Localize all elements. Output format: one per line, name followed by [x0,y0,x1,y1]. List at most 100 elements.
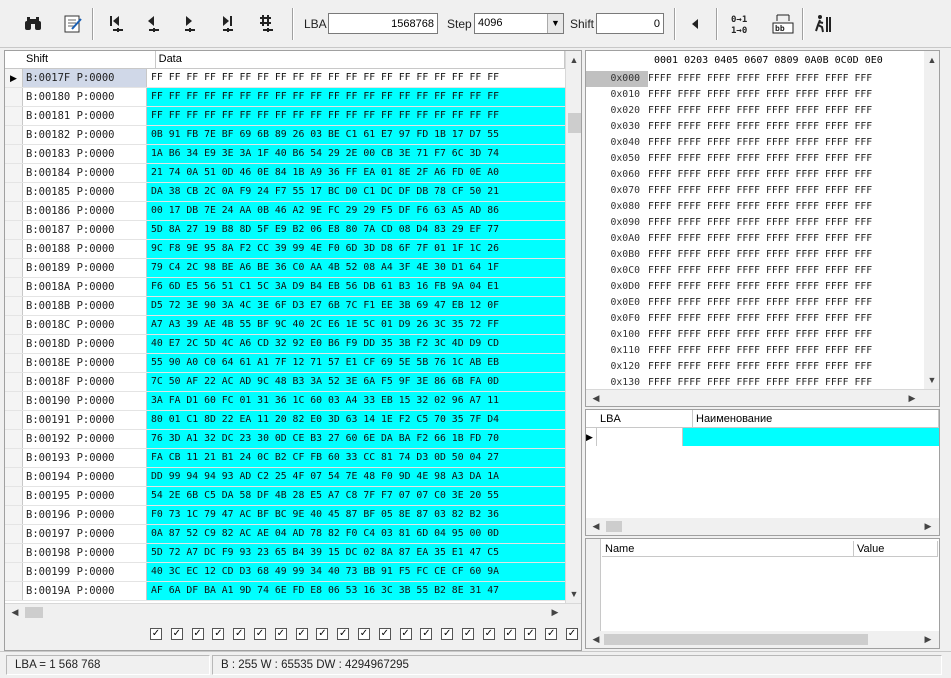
step-select[interactable]: 4096 ▼ [474,13,564,34]
data-cell[interactable]: 0B 91 FB 7E BF 69 6B 89 26 03 BE C1 61 E… [147,126,565,144]
column-checkbox[interactable]: ✓ [170,628,183,640]
table-row[interactable]: B:0018D P:0000 40 E7 2C 5D 4C A6 CD 32 92… [5,335,565,354]
scroll-down-icon[interactable]: ▼ [566,589,581,599]
hex-row[interactable]: 0x070 FFFF FFFF FFFF FFFF FFFF FFFF FFFF … [586,183,926,199]
vertical-scrollbar[interactable]: ▲ ▼ [565,51,581,603]
shift-cell[interactable]: B:0018D P:0000 [23,335,147,353]
shift-cell[interactable]: B:00196 P:0000 [23,506,147,524]
hex-values[interactable]: FFFF FFFF FFFF FFFF FFFF FFFF FFFF FFF [648,327,872,343]
column-header-name[interactable]: Name [602,541,854,556]
column-header-shift[interactable]: Shift [23,51,156,69]
data-cell[interactable]: FF FF FF FF FF FF FF FF FF FF FF FF FF F… [147,69,565,87]
hash-icon[interactable] [254,11,280,37]
shift-cell[interactable]: B:0017F P:0000 [23,69,147,87]
data-cell[interactable]: 00 17 DB 7E 24 AA 0B 46 A2 9E FC 29 29 F… [147,202,565,220]
data-cell[interactable]: 40 3C EC 12 CD D3 68 49 99 34 40 73 BB 9… [147,563,565,581]
shift-cell[interactable]: B:0018B P:0000 [23,297,147,315]
column-checkbox[interactable]: ✓ [420,628,433,640]
hex-row[interactable]: 0x0C0 FFFF FFFF FFFF FFFF FFFF FFFF FFFF … [586,263,926,279]
column-checkbox[interactable]: ✓ [191,628,204,640]
column-header-name[interactable]: Наименование [693,410,939,427]
table-row[interactable]: B:0018B P:0000 D5 72 3E 90 3A 4C 3E 6F D3… [5,297,565,316]
data-cell[interactable]: 55 90 A0 C0 64 61 A1 7F 12 71 57 E1 CF 6… [147,354,565,372]
data-cell[interactable]: FF FF FF FF FF FF FF FF FF FF FF FF FF F… [147,88,565,106]
data-cell[interactable]: 0A 87 52 C9 82 AC AE 04 AD 78 82 F0 C4 0… [147,525,565,543]
shift-cell[interactable]: B:00191 P:0000 [23,411,147,429]
horizontal-scrollbar[interactable]: ◀ ▶ [586,389,939,406]
data-cell[interactable]: 76 3D A1 32 DC 23 30 0D CE B3 27 60 6E D… [147,430,565,448]
table-row[interactable]: B:00185 P:0000 DA 38 CB 2C 0A F9 24 F7 55… [5,183,565,202]
table-row[interactable]: B:00181 P:0000 FF FF FF FF FF FF FF FF FF… [5,107,565,126]
hex-row[interactable]: 0x0E0 FFFF FFFF FFFF FFFF FFFF FFFF FFFF … [586,295,926,311]
data-cell[interactable]: 3A FA D1 60 FC 01 31 36 1C 60 03 A4 33 E… [147,392,565,410]
hex-values[interactable]: FFFF FFFF FFFF FFFF FFFF FFFF FFFF FFF [648,167,872,183]
compare-icon[interactable]: bb [770,11,796,37]
hex-values[interactable]: FFFF FFFF FFFF FFFF FFFF FFFF FFFF FFF [648,199,872,215]
hex-row[interactable]: 0x0B0 FFFF FFFF FFFF FFFF FFFF FFFF FFFF … [586,247,926,263]
hex-values[interactable]: FFFF FFFF FFFF FFFF FFFF FFFF FFFF FFF [648,311,872,327]
column-checkbox[interactable]: ✓ [441,628,454,640]
column-checkbox[interactable]: ✓ [399,628,412,640]
scrollbar-thumb[interactable] [568,113,581,133]
data-cell[interactable]: DA 38 CB 2C 0A F9 24 F7 55 17 BC D0 C1 D… [147,183,565,201]
shift-cell[interactable]: B:00183 P:0000 [23,145,147,163]
shift-cell[interactable]: B:00181 P:0000 [23,107,147,125]
lba-input[interactable] [328,13,438,34]
shift-cell[interactable]: B:0018E P:0000 [23,354,147,372]
table-row[interactable]: B:00183 P:0000 1A B6 34 E9 3E 3A 1F 40 B6… [5,145,565,164]
scrollbar-thumb[interactable] [606,521,622,532]
hex-values[interactable]: FFFF FFFF FFFF FFFF FFFF FFFF FFFF FFF [648,87,872,103]
horizontal-scrollbar[interactable]: ◀ ▶ [5,603,581,620]
table-row[interactable]: B:0018A P:0000 F6 6D E5 56 51 C1 5C 3A D9… [5,278,565,297]
shift-cell[interactable]: B:00194 P:0000 [23,468,147,486]
column-header-value[interactable]: Value [854,541,938,556]
hex-values[interactable]: FFFF FFFF FFFF FFFF FFFF FFFF FFFF FFF [648,247,872,263]
column-checkbox[interactable]: ✓ [274,628,287,640]
data-cell[interactable]: 5D 8A 27 19 B8 8D 5F E9 B2 06 E8 80 7A C… [147,221,565,239]
hex-row[interactable]: 0x010 FFFF FFFF FFFF FFFF FFFF FFFF FFFF … [586,87,926,103]
hex-values[interactable]: FFFF FFFF FFFF FFFF FFFF FFFF FFFF FFF [648,151,872,167]
shift-cell[interactable]: B:00190 P:0000 [23,392,147,410]
table-row[interactable]: B:00195 P:0000 54 2E 6B C5 DA 58 DF 4B 28… [5,487,565,506]
column-checkbox[interactable]: ✓ [378,628,391,640]
scroll-up-icon[interactable]: ▲ [566,55,581,65]
hex-values[interactable]: FFFF FFFF FFFF FFFF FFFF FFFF FFFF FFF [648,215,872,231]
column-checkbox[interactable]: ✓ [503,628,516,640]
scroll-right-icon[interactable]: ▶ [904,393,920,404]
scroll-right-icon[interactable]: ▶ [920,521,936,532]
table-row[interactable]: B:00193 P:0000 FA CB 11 21 B1 24 0C B2 CF… [5,449,565,468]
data-cell[interactable]: 79 C4 2C 98 BE A6 BE 36 C0 AA 4B 52 08 A… [147,259,565,277]
name-cell[interactable] [683,428,939,446]
column-checkbox[interactable]: ✓ [358,628,370,640]
column-checkbox[interactable]: ✓ [462,628,474,640]
shift-cell[interactable]: B:00180 P:0000 [23,88,147,106]
scrollbar-thumb[interactable] [25,607,43,618]
column-checkbox[interactable]: ✓ [337,628,350,640]
hex-values[interactable]: FFFF FFFF FFFF FFFF FFFF FFFF FFFF FFF [648,279,872,295]
shift-cell[interactable]: B:00185 P:0000 [23,183,147,201]
table-row[interactable]: B:0018E P:0000 55 90 A0 C0 64 61 A1 7F 12… [5,354,565,373]
shift-cell[interactable]: B:0018A P:0000 [23,278,147,296]
column-checkbox[interactable]: ✓ [254,628,266,640]
hex-row[interactable]: 0x050 FFFF FFFF FFFF FFFF FFFF FFFF FFFF … [586,151,926,167]
hex-row[interactable]: 0x120 FFFF FFFF FFFF FFFF FFFF FFFF FFFF … [586,359,926,375]
data-cell[interactable]: DD 99 94 94 93 AD C2 25 4F 07 54 7E 48 F… [147,468,565,486]
table-row[interactable]: B:00198 P:0000 5D 72 A7 DC F9 93 23 65 B4… [5,544,565,563]
data-cell[interactable]: 5D 72 A7 DC F9 93 23 65 B4 39 15 DC 02 8… [147,544,565,562]
hex-row[interactable]: 0x030 FFFF FFFF FFFF FFFF FFFF FFFF FFFF … [586,119,926,135]
table-row[interactable]: B:00188 P:0000 9C F8 9E 95 8A F2 CC 39 99… [5,240,565,259]
data-cell[interactable]: D5 72 3E 90 3A 4C 3E 6F D3 E7 6B 7C F1 E… [147,297,565,315]
shift-cell[interactable]: B:0019A P:0000 [23,582,147,600]
horizontal-scrollbar[interactable]: ◀ ▶ [586,631,939,648]
hex-values[interactable]: FFFF FFFF FFFF FFFF FFFF FFFF FFFF FFF [648,135,872,151]
shift-cell[interactable]: B:00187 P:0000 [23,221,147,239]
data-cell[interactable]: 1A B6 34 E9 3E 3A 1F 40 B6 54 29 2E 00 C… [147,145,565,163]
table-row[interactable]: B:00187 P:0000 5D 8A 27 19 B8 8D 5F E9 B2… [5,221,565,240]
column-header-lba[interactable]: LBA [597,410,693,427]
hex-values[interactable]: FFFF FFFF FFFF FFFF FFFF FFFF FFFF FFF [648,119,872,135]
table-row[interactable]: B:0019A P:0000 AF 6A DF BA A1 9D 74 6E FD… [5,582,565,601]
last-icon[interactable] [216,11,242,37]
shift-cell[interactable]: B:00195 P:0000 [23,487,147,505]
shift-cell[interactable]: B:00182 P:0000 [23,126,147,144]
table-row[interactable]: B:00182 P:0000 0B 91 FB 7E BF 69 6B 89 26… [5,126,565,145]
